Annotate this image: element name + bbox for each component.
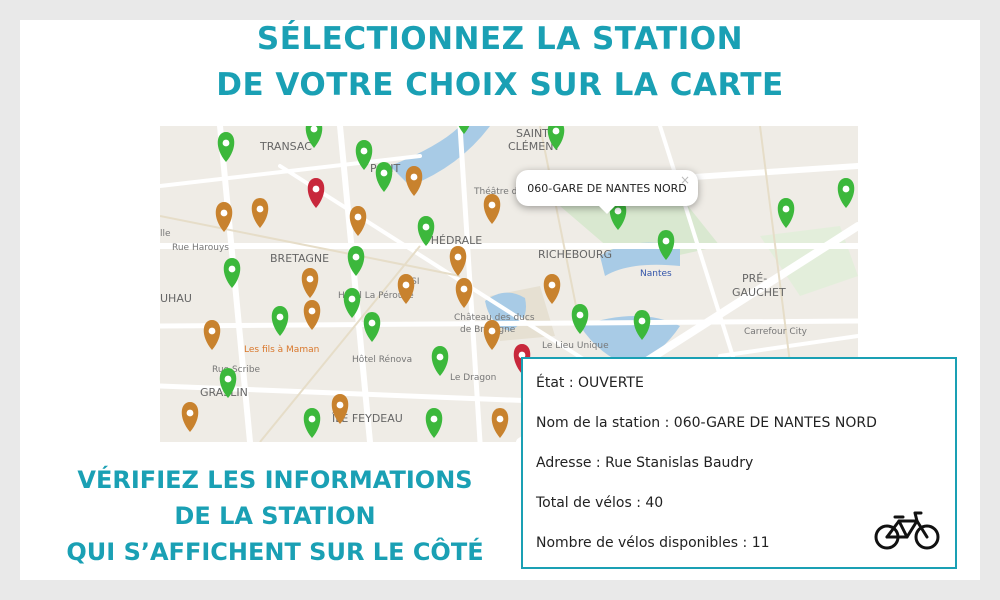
instructions: VÉRIFIEZ LES INFORMATIONS DE LA STATION … bbox=[60, 462, 490, 570]
map-marker-dot bbox=[220, 209, 228, 217]
map-marker-dot bbox=[224, 375, 232, 383]
map-label: Rue Scribe bbox=[212, 365, 261, 375]
map-label: RICHEBOURG bbox=[538, 248, 612, 261]
map-label: GAUCHET bbox=[732, 286, 786, 299]
close-icon[interactable]: × bbox=[680, 173, 690, 187]
map-label: BRETAGNE bbox=[270, 252, 329, 265]
map-marker-dot bbox=[782, 205, 790, 213]
map-marker-dot bbox=[360, 147, 368, 155]
map-marker-dot bbox=[488, 327, 496, 335]
map-marker-dot bbox=[348, 295, 356, 303]
map-marker-dot bbox=[548, 281, 556, 289]
info-etat: État : OUVERTE bbox=[536, 375, 644, 391]
map-marker-dot bbox=[422, 223, 430, 231]
map-marker-dot bbox=[256, 205, 264, 213]
map-marker-dot bbox=[186, 409, 194, 417]
map-label: Le Lieu Unique bbox=[542, 341, 609, 351]
page-title: SÉLECTIONNEZ LA STATION DE VOTRE CHOIX S… bbox=[0, 16, 1000, 108]
map-marker-dot bbox=[352, 253, 360, 261]
map-label: Rue Harouys bbox=[172, 243, 229, 253]
map-marker-dot bbox=[402, 281, 410, 289]
popup-text: 060-GARE DE NANTES NORD bbox=[527, 181, 687, 195]
map-marker-dot bbox=[842, 185, 850, 193]
map-marker-dot bbox=[368, 319, 376, 327]
info-total: Total de vélos : 40 bbox=[536, 495, 664, 511]
map-marker-dot bbox=[354, 213, 362, 221]
station-popup: 060-GARE DE NANTES NORD × bbox=[516, 170, 698, 214]
map-label: lle bbox=[160, 229, 171, 239]
map-label: Le Dragon bbox=[450, 373, 496, 383]
map-label: SAINT- bbox=[516, 127, 552, 140]
map-marker-dot bbox=[312, 185, 320, 193]
info-adresse: Adresse : Rue Stanislas Baudry bbox=[536, 455, 754, 471]
bicycle-icon bbox=[874, 511, 940, 550]
map-marker-dot bbox=[614, 207, 622, 215]
map-marker-dot bbox=[380, 169, 388, 177]
map-marker-dot bbox=[454, 253, 462, 261]
instructions-line-2: DE LA STATION bbox=[174, 502, 376, 530]
title-line-1: SÉLECTIONNEZ LA STATION bbox=[256, 21, 744, 57]
map-marker-dot bbox=[308, 415, 316, 423]
map-label: Hôtel Rénova bbox=[352, 354, 412, 365]
map-marker-dot bbox=[436, 353, 444, 361]
title-line-2: DE VOTRE CHOIX SUR LA CARTE bbox=[216, 67, 784, 103]
map-marker-dot bbox=[638, 317, 646, 325]
station-info-panel: État : OUVERTE Nom de la station : 060-G… bbox=[521, 357, 957, 569]
map-marker-dot bbox=[410, 173, 418, 181]
map-label: TRANSAC bbox=[259, 140, 312, 153]
map-marker-dot bbox=[228, 265, 236, 273]
map-label: Les fils à Maman bbox=[244, 345, 319, 355]
map-marker-dot bbox=[662, 237, 670, 245]
map-marker-dot bbox=[308, 307, 316, 315]
map-marker-dot bbox=[488, 201, 496, 209]
map-label: UHAU bbox=[160, 292, 192, 305]
map-marker-dot bbox=[208, 327, 216, 335]
instructions-line-3: QUI S’AFFICHENT SUR LE CÔTÉ bbox=[66, 538, 484, 566]
map-label: Carrefour City bbox=[744, 327, 808, 337]
map-marker-dot bbox=[336, 401, 344, 409]
map-marker-dot bbox=[430, 415, 438, 423]
info-nom: Nom de la station : 060-GARE DE NANTES N… bbox=[536, 415, 877, 431]
instructions-line-1: VÉRIFIEZ LES INFORMATIONS bbox=[77, 466, 473, 494]
info-disponibles: Nombre de vélos disponibles : 11 bbox=[536, 535, 770, 551]
map-marker-dot bbox=[496, 415, 504, 423]
map-marker-dot bbox=[460, 285, 468, 293]
map-marker-dot bbox=[576, 311, 584, 319]
map-marker-dot bbox=[306, 275, 314, 283]
map-label: Nantes bbox=[640, 269, 672, 279]
map-label: PRÉ- bbox=[742, 272, 767, 285]
map-marker-dot bbox=[552, 127, 560, 135]
map-marker-dot bbox=[276, 313, 284, 321]
map-marker-dot bbox=[222, 139, 230, 147]
